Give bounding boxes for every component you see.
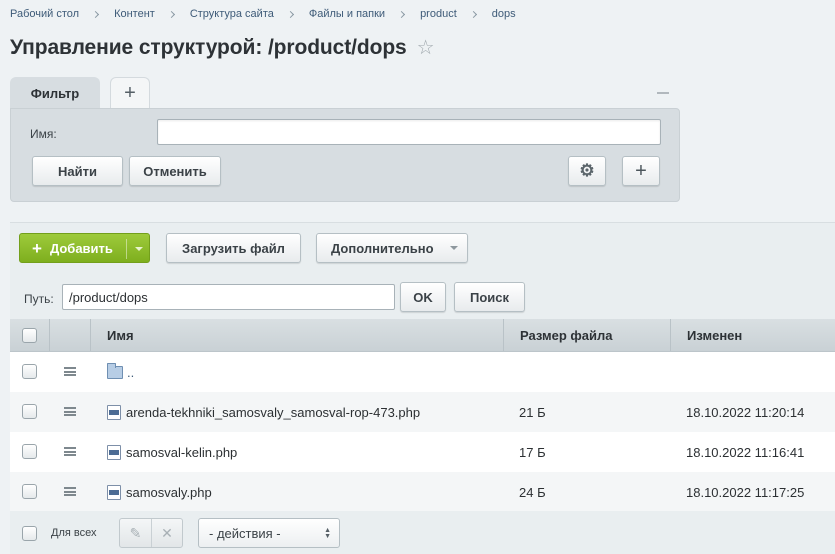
row-name-cell[interactable]: arenda-tekhniki_samosvaly_samosval-rop-4… [107,392,420,432]
for-all-checkbox[interactable] [22,526,37,541]
row-name-cell[interactable]: .. [107,352,134,392]
filter-name-label: Имя: [30,127,57,141]
action-icon-group: ✎ ✕ [119,518,183,548]
more-button[interactable]: Дополнительно [316,233,468,263]
actions-select[interactable]: - действия - ▲ ▼ [198,518,340,548]
breadcrumb-item-desktop[interactable]: Рабочий стол [10,8,79,20]
breadcrumb-item-site-structure[interactable]: Структура сайта [190,8,274,20]
hamburger-icon[interactable] [64,407,76,416]
row-name[interactable]: samosvaly.php [126,485,212,500]
breadcrumb-item-content[interactable]: Контент [114,8,155,20]
chevron-down-icon [450,246,458,250]
find-button[interactable]: Найти [32,156,123,186]
toolbar: + Добавить Загрузить файл Дополнительно [10,223,835,273]
row-size: 24 Б [519,484,546,500]
row-name[interactable]: arenda-tekhniki_samosvaly_samosval-rop-4… [126,405,420,420]
breadcrumb-item-files-folders[interactable]: Файлы и папки [309,8,385,20]
star-icon[interactable]: ☆ [417,38,435,58]
minus-icon[interactable] [657,92,669,94]
php-file-icon [107,404,121,420]
add-button-label: Добавить [49,240,113,256]
table-row[interactable]: arenda-tekhniki_samosvaly_samosval-rop-4… [10,392,835,432]
chevron-right-icon [398,10,406,18]
folder-up-icon [107,362,123,379]
chevron-down-icon[interactable] [135,247,143,251]
add-filter-tab-button[interactable]: + [110,77,150,109]
filter-tabs: Фильтр + [10,77,150,109]
column-modified-header[interactable]: Изменен [670,319,835,351]
for-all-label: Для всех [51,527,97,539]
filter-panel: Имя: Найти Отменить ⚙ + [10,108,680,202]
plus-icon[interactable]: + [622,156,660,186]
table-row[interactable]: samosval-kelin.php 17 Б 18.10.2022 11:16… [10,432,835,472]
select-arrows-icon: ▲ ▼ [324,527,331,540]
row-name[interactable]: .. [127,365,134,380]
row-checkbox[interactable] [22,404,37,419]
column-actions-header [49,319,90,351]
tab-filter[interactable]: Фильтр [10,77,100,109]
php-file-icon [107,484,121,500]
gear-icon[interactable]: ⚙ [568,156,606,186]
title-row: Управление структурой: /product/dops ☆ [10,36,435,60]
grid-footer: Для всех ✎ ✕ - действия - ▲ ▼ [10,511,835,554]
row-modified: 18.10.2022 11:16:41 [686,444,805,460]
path-row: Путь: /product/dops OK Поиск [10,273,835,319]
column-size-header[interactable]: Размер файла [503,319,670,351]
row-checkbox[interactable] [22,484,37,499]
row-name-cell[interactable]: samosval-kelin.php [107,432,237,472]
row-checkbox[interactable] [22,444,37,459]
row-checkbox[interactable] [22,364,37,379]
row-modified: 18.10.2022 11:17:25 [686,484,805,500]
table-row[interactable]: .. [10,352,835,392]
path-input[interactable]: /product/dops [62,284,395,310]
table-header: Имя Размер файла Изменен [10,319,835,352]
actions-select-value: - действия - [209,525,281,541]
add-button[interactable]: + Добавить [19,233,150,263]
plus-icon: + [32,238,42,258]
row-size: 17 Б [519,444,546,460]
hamburger-icon[interactable] [64,447,76,456]
search-button[interactable]: Поиск [454,282,525,312]
breadcrumb-item-product[interactable]: product [420,8,457,20]
upload-file-button[interactable]: Загрузить файл [166,233,301,263]
row-modified: 18.10.2022 11:20:14 [686,404,805,420]
more-button-label: Дополнительно [331,240,434,256]
path-label: Путь: [24,292,54,306]
select-all-checkbox[interactable] [22,328,37,343]
divider [126,239,127,259]
chevron-right-icon [469,10,477,18]
ok-button[interactable]: OK [400,282,446,312]
column-name-header[interactable]: Имя [90,319,503,351]
chevron-right-icon [92,10,100,18]
php-file-icon [107,444,121,460]
pencil-icon[interactable]: ✎ [120,519,151,547]
filter-name-input[interactable] [157,119,661,145]
file-grid: + Добавить Загрузить файл Дополнительно … [10,222,835,554]
table-row[interactable]: samosvaly.php 24 Б 18.10.2022 11:17:25 [10,472,835,512]
hamburger-icon[interactable] [64,367,76,376]
close-icon[interactable]: ✕ [150,519,182,547]
row-size: 21 Б [519,404,546,420]
row-name[interactable]: samosval-kelin.php [126,445,237,460]
page-title: Управление структурой: /product/dops [10,36,407,59]
breadcrumb-item-dops[interactable]: dops [492,8,516,20]
cancel-button[interactable]: Отменить [129,156,221,186]
chevron-right-icon [167,10,175,18]
chevron-right-icon [286,10,294,18]
row-name-cell[interactable]: samosvaly.php [107,472,212,512]
hamburger-icon[interactable] [64,487,76,496]
breadcrumb: Рабочий стол Контент Структура сайта Фай… [10,8,516,20]
